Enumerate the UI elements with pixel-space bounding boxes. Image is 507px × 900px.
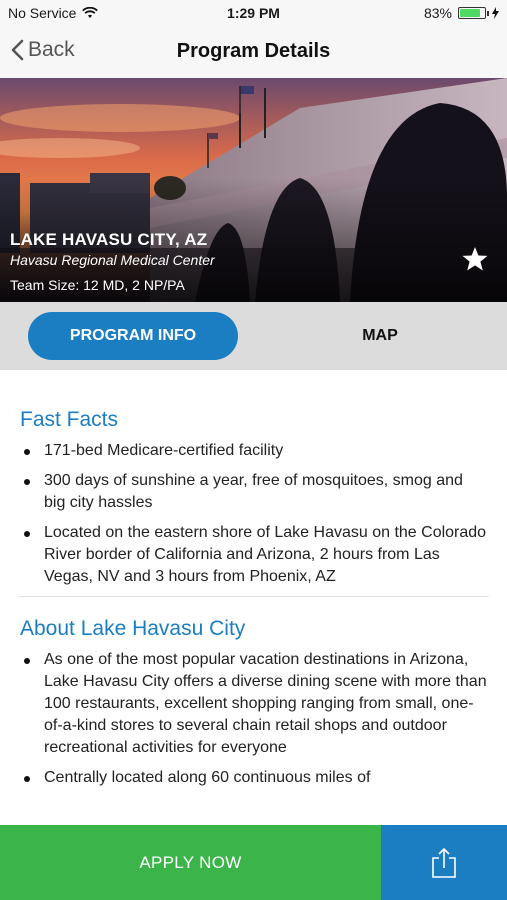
status-bar: No Service 1:29 PM 83%	[0, 0, 507, 28]
section-divider	[18, 596, 489, 597]
hero-team-size: Team Size: 12 MD, 2 NP/PA	[10, 277, 185, 293]
star-icon	[462, 247, 488, 271]
hero-facility: Havasu Regional Medical Center	[10, 252, 215, 268]
list-item: As one of the most popular vacation dest…	[20, 649, 487, 759]
favorite-button[interactable]	[461, 246, 489, 278]
battery-percent: 83%	[423, 5, 452, 21]
section-heading: Fast Facts	[20, 408, 119, 431]
program-content[interactable]: Fast Facts 171-bed Medicare-certified fa…	[0, 370, 507, 825]
share-icon	[432, 847, 456, 878]
list-item: 171-bed Medicare-certified facility	[20, 440, 487, 462]
fast-facts-list: 171-bed Medicare-certified facility 300 …	[20, 440, 487, 588]
list-item: Centrally located along 60 continuous mi…	[20, 767, 487, 789]
hero-city: LAKE HAVASU CITY, AZ	[10, 230, 208, 249]
status-right: 83%	[424, 5, 499, 21]
list-item: 300 days of sunshine a year, free of mos…	[20, 470, 487, 514]
navigation-bar: Back Program Details	[0, 28, 507, 78]
share-button[interactable]	[381, 825, 507, 900]
section-heading: About Lake Havasu City	[20, 617, 246, 640]
battery-fill	[460, 9, 480, 17]
about-section: About Lake Havasu City As one of the mos…	[0, 617, 507, 789]
list-item: Located on the eastern shore of Lake Hav…	[20, 522, 487, 588]
hero-banner: LAKE HAVASU CITY, AZ Havasu Regional Med…	[0, 78, 507, 302]
tab-program-info[interactable]: PROGRAM INFO	[28, 312, 238, 360]
about-list: As one of the most popular vacation dest…	[20, 649, 487, 789]
battery-icon	[458, 7, 489, 19]
fast-facts-section: Fast Facts 171-bed Medicare-certified fa…	[0, 408, 507, 588]
page-title: Program Details	[176, 40, 331, 62]
tab-map[interactable]: MAP	[280, 312, 480, 360]
hero-photo	[0, 78, 507, 302]
charging-bolt-icon	[492, 7, 499, 19]
apply-now-button[interactable]: APPLY NOW	[0, 825, 381, 900]
segmented-tabs: PROGRAM INFO MAP	[0, 302, 507, 370]
